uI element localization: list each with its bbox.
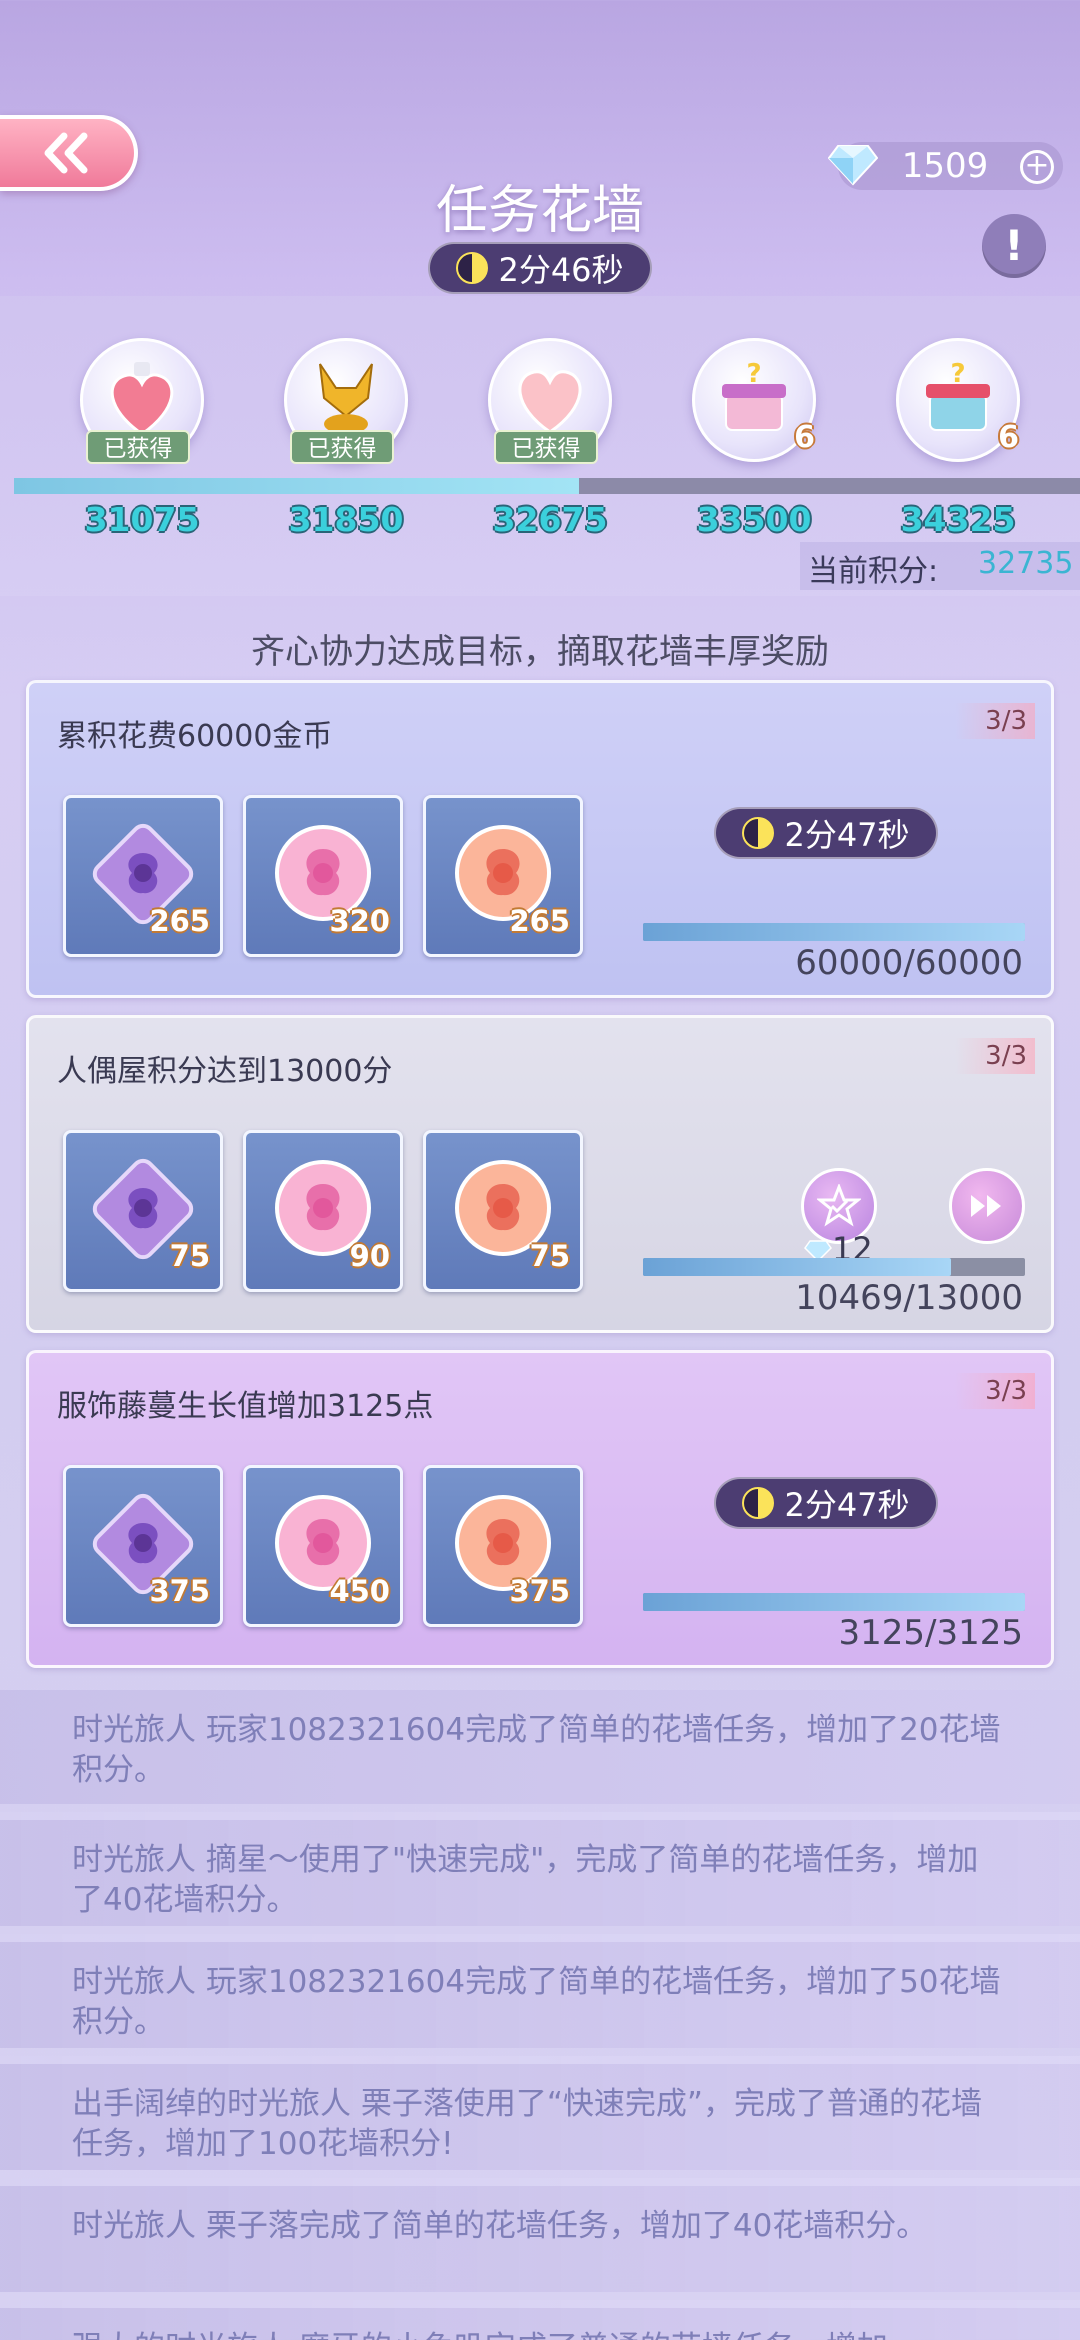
task-title: 人偶屋积分达到13000分 bbox=[57, 1054, 393, 1089]
reward-quantity: 90 bbox=[349, 1239, 390, 1273]
task-completion-count: 3/3 bbox=[955, 703, 1035, 739]
activity-feed-item: 时光旅人 玩家1082321604完成了简单的花墙任务，增加了50花墙积分。 bbox=[0, 1934, 1080, 2048]
task-progress-text: 3125/3125 bbox=[838, 1613, 1023, 1653]
fast-forward-icon bbox=[971, 1195, 1001, 1217]
task-timer: 2分47秒 bbox=[714, 1477, 938, 1529]
task-reward-slot[interactable]: 375 bbox=[63, 1465, 223, 1627]
reward-quantity: 265 bbox=[509, 904, 570, 938]
clock-icon bbox=[742, 817, 775, 849]
task-reward-slot[interactable]: 265 bbox=[423, 795, 583, 957]
activity-feed-item: 时光旅人 玩家1082321604完成了简单的花墙任务，增加了20花墙积分。 bbox=[0, 1690, 1080, 1804]
task-reward-slot[interactable]: 90 bbox=[243, 1130, 403, 1292]
task-timer-text: 2分47秒 bbox=[784, 1486, 910, 1524]
milestone-score: 32675 bbox=[492, 500, 608, 539]
task-card: 累积花费60000金币 3/3 265 320 265 2分47秒 60000/… bbox=[26, 680, 1054, 998]
task-completion-count: 3/3 bbox=[955, 1038, 1035, 1074]
task-completion-count: 3/3 bbox=[955, 1373, 1035, 1409]
reward-quantity: 375 bbox=[149, 1574, 210, 1608]
reward-quantity: 75 bbox=[169, 1239, 210, 1273]
star-check-icon bbox=[817, 1184, 861, 1227]
task-title: 累积花费60000金币 bbox=[57, 719, 333, 754]
info-button[interactable]: ! bbox=[982, 214, 1046, 278]
task-reward-slot[interactable]: 75 bbox=[423, 1130, 583, 1292]
milestone-reward-4[interactable]: ? 6 bbox=[692, 338, 816, 462]
reward-count: 6 bbox=[998, 420, 1019, 455]
clock-icon bbox=[742, 1487, 775, 1519]
task-progress-text: 60000/60000 bbox=[795, 943, 1023, 983]
task-progress-fill bbox=[643, 923, 1025, 941]
activity-feed-item: 时光旅人 栗子落完成了简单的花墙任务，增加了40花墙积分。 bbox=[0, 2178, 1080, 2292]
svg-text:?: ? bbox=[746, 359, 761, 389]
obtained-tag: 已获得 bbox=[290, 430, 394, 464]
activity-feed-item: 出手阔绰的时光旅人 栗子落使用了“快速完成”，完成了普通的花墙任务，增加了100… bbox=[0, 2056, 1080, 2170]
task-title: 服饰藤蔓生长值增加3125点 bbox=[57, 1389, 434, 1424]
event-timer-text: 2分46秒 bbox=[498, 251, 624, 289]
event-timer: 2分46秒 bbox=[428, 242, 652, 294]
mystery-gift-icon: ? bbox=[926, 359, 990, 431]
obtained-tag: 已获得 bbox=[494, 430, 598, 464]
task-progress-text: 10469/13000 bbox=[795, 1278, 1023, 1318]
reward-quantity: 450 bbox=[329, 1574, 390, 1608]
task-card: 服饰藤蔓生长值增加3125点 3/3 375 450 375 2分47秒 312… bbox=[26, 1350, 1054, 1668]
reward-quantity: 320 bbox=[329, 904, 390, 938]
task-reward-slot[interactable]: 375 bbox=[423, 1465, 583, 1627]
milestone-progress-fill bbox=[14, 478, 579, 494]
task-timer: 2分47秒 bbox=[714, 807, 938, 859]
task-reward-slot[interactable]: 450 bbox=[243, 1465, 403, 1627]
task-timer-text: 2分47秒 bbox=[784, 816, 910, 854]
reward-quantity: 75 bbox=[529, 1239, 570, 1273]
activity-feed-item: 时光旅人 摘星～使用了"快速完成"，完成了简单的花墙任务，增加了40花墙积分。 bbox=[0, 1812, 1080, 1926]
subtitle: 齐心协力达成目标，摘取花墙丰厚奖励 bbox=[251, 632, 829, 672]
current-score-value: 32735 bbox=[978, 546, 1074, 581]
milestone-score: 31075 bbox=[84, 500, 200, 539]
activity-feed-item: 强大的时光旅人 磨牙的小兔叽完成了普通的花墙任务，增加 bbox=[0, 2300, 1080, 2340]
fast-forward-button[interactable] bbox=[949, 1168, 1025, 1244]
svg-text:?: ? bbox=[950, 359, 965, 389]
task-reward-slot[interactable]: 320 bbox=[243, 795, 403, 957]
task-card: 人偶屋积分达到13000分 3/3 75 90 75 12 10469/1300… bbox=[26, 1015, 1054, 1333]
task-reward-slot[interactable]: 75 bbox=[63, 1130, 223, 1292]
reward-quantity: 265 bbox=[149, 904, 210, 938]
reward-count: 6 bbox=[794, 420, 815, 455]
obtained-tag: 已获得 bbox=[86, 430, 190, 464]
task-progress-fill bbox=[643, 1258, 951, 1276]
clock-icon bbox=[456, 252, 489, 284]
page-title: 任务花墙 bbox=[435, 181, 644, 241]
task-progress-fill bbox=[643, 1593, 1025, 1611]
task-reward-slot[interactable]: 265 bbox=[63, 795, 223, 957]
reward-quantity: 375 bbox=[509, 1574, 570, 1608]
milestone-score: 33500 bbox=[696, 500, 812, 539]
mystery-gift-icon: ? bbox=[722, 359, 786, 431]
milestone-score: 34325 bbox=[900, 500, 1016, 539]
current-score-label: 当前积分: bbox=[808, 554, 939, 589]
milestone-score: 31850 bbox=[288, 500, 404, 539]
milestone-reward-5[interactable]: ? 6 bbox=[896, 338, 1020, 462]
